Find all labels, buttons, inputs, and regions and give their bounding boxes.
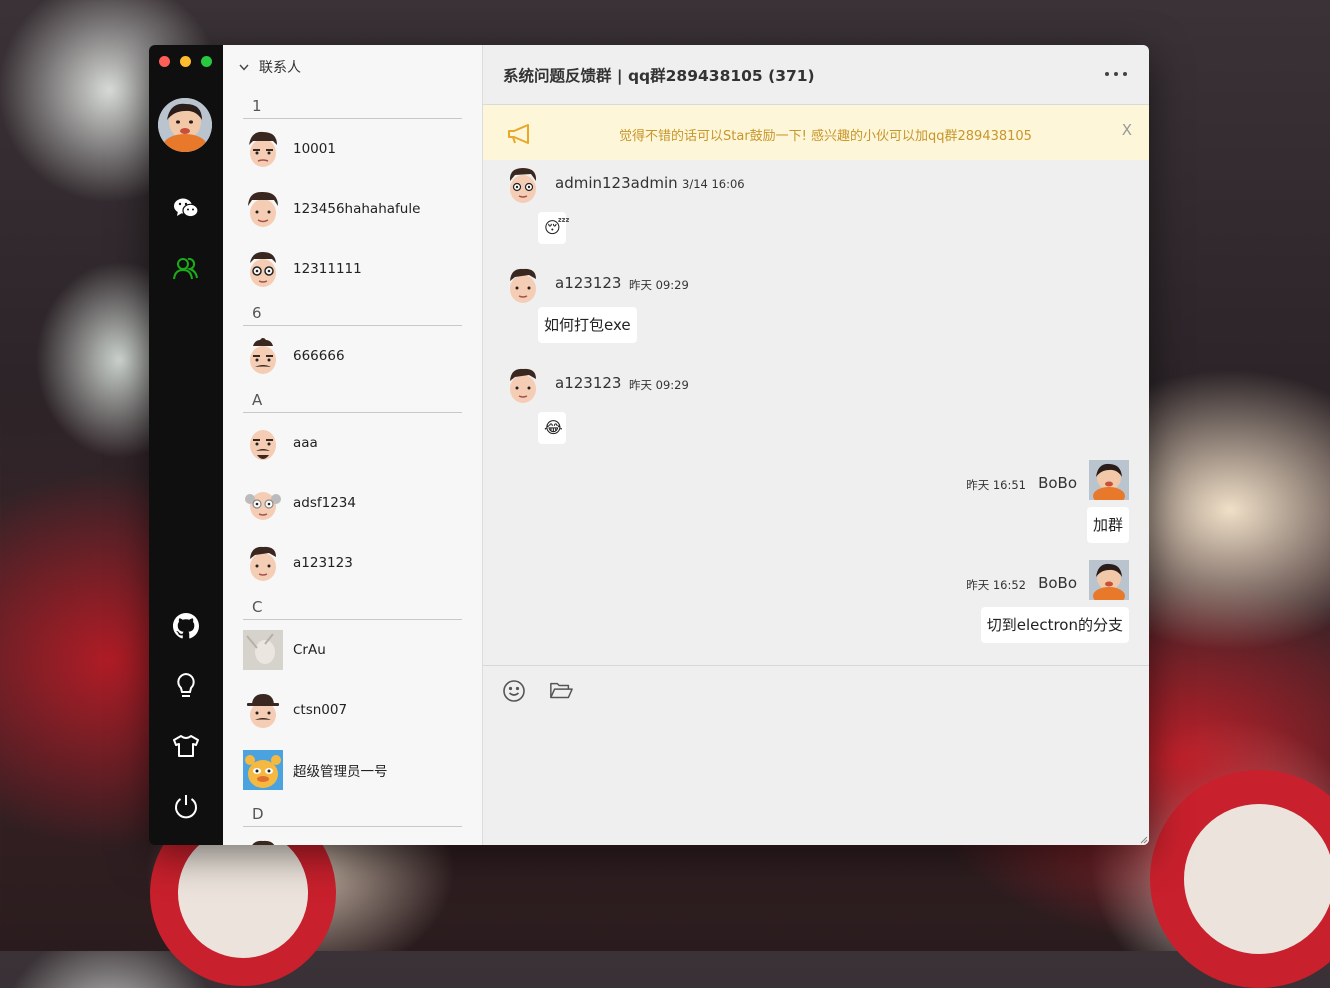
contact-name: ctsn007 — [293, 702, 348, 718]
folder-open-icon[interactable] — [549, 679, 573, 703]
nav-sidebar — [149, 45, 223, 845]
cartoon-avatar-icon — [243, 423, 283, 463]
contacts-icon[interactable] — [173, 255, 199, 281]
contact-item[interactable]: 10001 — [223, 119, 482, 179]
github-icon[interactable] — [173, 613, 199, 639]
contacts-header[interactable]: 联系人 — [223, 45, 482, 89]
contact-item[interactable]: a123123 — [223, 533, 482, 593]
group-letter: D — [243, 804, 462, 827]
sender-name: admin123admin — [555, 174, 678, 192]
sender-name: a123123 — [555, 374, 622, 392]
close-window-button[interactable] — [159, 56, 170, 67]
message-time: 昨天 09:29 — [629, 378, 689, 392]
chat-panel: 系统问题反馈群 | qq群289438105 (371) 觉得不错的话可以Sta… — [483, 45, 1149, 845]
contact-item[interactable]: CrAu — [223, 620, 482, 680]
cartoon-avatar-icon — [243, 690, 283, 730]
app-window: 联系人 1 10001 123456hahahafule 12311111 6 … — [149, 45, 1149, 845]
maximize-window-button[interactable] — [201, 56, 212, 67]
minimize-window-button[interactable] — [180, 56, 191, 67]
message-bubble: 😂 — [538, 412, 566, 444]
notice-text: 觉得不错的话可以Star鼓励一下! 感兴趣的小伙可以加qq群289438105 — [619, 129, 1032, 144]
contact-item[interactable]: aaa — [223, 413, 482, 473]
contact-name: 超级管理员一号 — [293, 764, 388, 780]
message-list: admin123admin 3/14 16:06 😴 a123123 昨天 09… — [483, 160, 1149, 665]
sender-name: a123123 — [555, 274, 622, 292]
cartoon-avatar-icon — [243, 129, 283, 169]
chevron-down-icon — [239, 64, 249, 71]
cartoon-avatar-icon — [243, 750, 283, 790]
message-bubble: 😴 — [538, 212, 570, 244]
contact-item[interactable]: 123456hahahafule — [223, 179, 482, 239]
group-letter: 1 — [243, 96, 462, 119]
contact-item[interactable]: 12311111 — [223, 239, 482, 299]
background-decoration — [1150, 770, 1330, 988]
group-letter: C — [243, 597, 462, 620]
chat-header: 系统问题反馈群 | qq群289438105 (371) — [483, 45, 1149, 105]
contact-name: adsf1234 — [293, 495, 356, 511]
notice-banner: 觉得不错的话可以Star鼓励一下! 感兴趣的小伙可以加qq群289438105 … — [483, 105, 1149, 160]
lightbulb-icon[interactable] — [173, 672, 199, 699]
cartoon-avatar-icon — [243, 189, 283, 229]
cartoon-avatar-icon — [243, 837, 283, 845]
group-letter: A — [243, 390, 462, 413]
cartoon-avatar-icon[interactable] — [503, 265, 543, 305]
close-notice-button[interactable]: X — [1122, 121, 1132, 139]
message-time: 昨天 16:52 — [966, 578, 1026, 592]
contact-name: aaa — [293, 435, 318, 451]
my-message-avatar[interactable] — [1089, 560, 1129, 600]
message-time: 昨天 16:51 — [966, 478, 1026, 492]
megaphone-icon — [508, 124, 529, 144]
window-controls — [159, 56, 212, 67]
message-bubble: 加群 — [1086, 507, 1129, 543]
contacts-panel: 联系人 1 10001 123456hahahafule 12311111 6 … — [223, 45, 483, 845]
message-time: 昨天 09:29 — [629, 278, 689, 292]
cartoon-avatar-icon — [243, 483, 283, 523]
more-options-icon[interactable] — [1105, 72, 1127, 76]
contact-name: 123456hahahafule — [293, 201, 421, 217]
wechat-chat-icon[interactable] — [173, 195, 199, 221]
my-avatar[interactable] — [158, 98, 212, 152]
message-composer[interactable] — [483, 665, 1149, 845]
group-letter: 6 — [243, 303, 462, 326]
contact-name: CrAu — [293, 642, 326, 658]
cartoon-avatar-icon — [243, 249, 283, 289]
power-icon[interactable] — [173, 793, 199, 819]
tshirt-icon[interactable] — [173, 733, 199, 759]
sender-name: BoBo — [1038, 474, 1077, 492]
cartoon-avatar-icon[interactable] — [503, 365, 543, 405]
sender-name: BoBo — [1038, 574, 1077, 592]
contact-name: 10001 — [293, 141, 336, 157]
contact-item[interactable]: 666666 — [223, 326, 482, 386]
chat-title: 系统问题反馈群 | qq群289438105 (371) — [503, 66, 815, 85]
contact-name: 12311111 — [293, 261, 362, 277]
message-bubble: 如何打包exe — [538, 307, 637, 343]
photo-avatar-icon — [243, 630, 283, 670]
contact-name: a123123 — [293, 555, 353, 571]
contact-item[interactable]: adsf1234 — [223, 473, 482, 533]
contact-item[interactable]: 超级管理员一号 — [223, 740, 482, 800]
my-message-avatar[interactable] — [1089, 460, 1129, 500]
message-time: 3/14 16:06 — [682, 177, 745, 191]
contact-item[interactable]: ctsn007 — [223, 680, 482, 740]
emoji-icon[interactable] — [502, 679, 526, 703]
contacts-header-label: 联系人 — [259, 60, 301, 76]
resize-handle-icon[interactable] — [1140, 836, 1148, 844]
cartoon-avatar-icon — [243, 543, 283, 583]
message-bubble: 切到electron的分支 — [980, 607, 1129, 643]
cartoon-avatar-icon — [243, 336, 283, 376]
contact-name: 666666 — [293, 348, 345, 364]
cartoon-avatar-icon[interactable] — [503, 165, 543, 205]
contact-item[interactable] — [223, 827, 482, 845]
